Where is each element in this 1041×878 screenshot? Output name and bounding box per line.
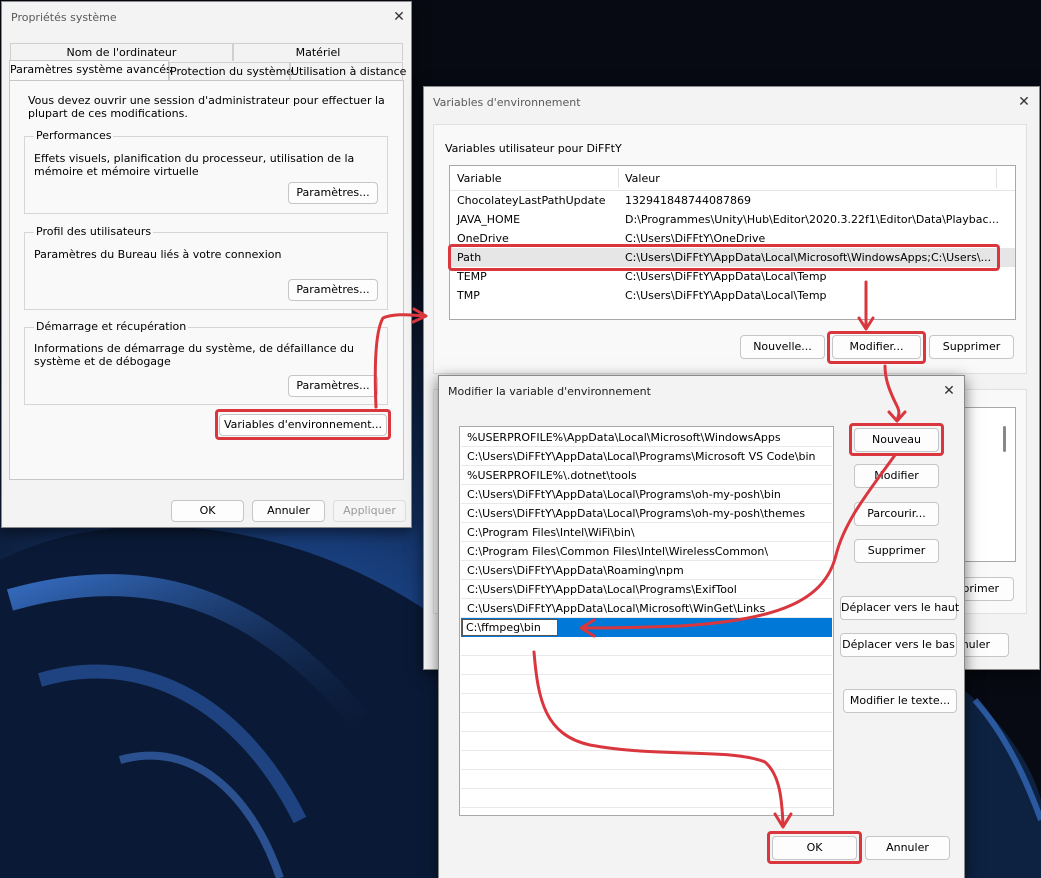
environment-variables-button[interactable]: Variables d'environnement...: [219, 414, 387, 436]
table-row[interactable]: TEMP C:\Users\DiFFtY\AppData\Local\Temp: [450, 267, 1015, 286]
list-item[interactable]: %USERPROFILE%\.dotnet\tools: [461, 466, 832, 485]
scrollbar-thumb[interactable]: [1003, 426, 1006, 452]
variable-value: 132941848744087869: [625, 194, 751, 207]
apply-button[interactable]: Appliquer: [333, 500, 406, 522]
empty-row: [461, 789, 832, 808]
system-properties-window: Propriétés système ✕ Nom de l'ordinateur…: [1, 1, 412, 528]
performance-settings-button[interactable]: Paramètres...: [288, 182, 378, 204]
list-item[interactable]: %USERPROFILE%\AppData\Local\Microsoft\Wi…: [461, 428, 832, 447]
startup-recovery-group: Démarrage et récupération Informations d…: [24, 320, 388, 405]
env-vars-titlebar[interactable]: Variables d'environnement ✕: [424, 87, 1039, 117]
list-item[interactable]: C:\Users\DiFFtY\AppData\Roaming\npm: [461, 561, 832, 580]
user-profile-title: Profil des utilisateurs: [34, 225, 154, 238]
variable-name: JAVA_HOME: [457, 213, 521, 226]
close-icon[interactable]: ✕: [939, 381, 959, 401]
column-divider: [618, 168, 619, 188]
performance-group: Performances Effets visuels, planificati…: [24, 129, 388, 214]
tab-hardware[interactable]: Matériel: [233, 43, 403, 61]
table-row[interactable]: ChocolateyLastPathUpdate 132941848744087…: [450, 191, 1015, 210]
startup-settings-button[interactable]: Paramètres...: [288, 375, 378, 397]
user-profile-group: Profil des utilisateurs Paramètres du Bu…: [24, 225, 388, 310]
admin-intro-text: Vous devez ouvrir une session d'administ…: [28, 94, 385, 120]
edit-variable-button[interactable]: Modifier...: [832, 335, 921, 359]
edit-var-titlebar[interactable]: Modifier la variable d'environnement ✕: [439, 376, 964, 406]
user-variables-table[interactable]: Variable Valeur ChocolateyLastPathUpdate…: [449, 165, 1016, 320]
empty-row: [461, 675, 832, 694]
empty-row: [461, 732, 832, 751]
empty-row: [461, 770, 832, 789]
empty-row: [461, 713, 832, 732]
close-icon[interactable]: ✕: [1014, 92, 1034, 112]
variable-name: Path: [457, 251, 482, 264]
tab-advanced[interactable]: Paramètres système avancés: [9, 60, 172, 81]
table-row-selected[interactable]: Path C:\Users\DiFFtY\AppData\Local\Micro…: [450, 248, 1015, 267]
column-header-value[interactable]: Valeur: [625, 172, 660, 185]
system-properties-titlebar[interactable]: Propriétés système ✕: [2, 2, 411, 32]
path-entries-list[interactable]: %USERPROFILE%\AppData\Local\Microsoft\Wi…: [459, 426, 834, 816]
empty-row: [461, 637, 832, 656]
variable-value: C:\Users\DiFFtY\OneDrive: [625, 232, 766, 245]
startup-recovery-desc: Informations de démarrage du système, de…: [34, 342, 354, 368]
performance-desc: Effets visuels, planification du process…: [34, 152, 355, 178]
new-entry-button[interactable]: Nouveau: [854, 428, 939, 452]
list-item-selected[interactable]: [461, 618, 832, 637]
edit-text-button[interactable]: Modifier le texte...: [843, 689, 957, 713]
variable-name: TMP: [457, 289, 480, 302]
variable-name: OneDrive: [457, 232, 509, 245]
edit-entry-button[interactable]: Modifier: [854, 464, 939, 488]
list-item[interactable]: C:\Users\DiFFtY\AppData\Local\Programs\M…: [461, 447, 832, 466]
table-row[interactable]: OneDrive C:\Users\DiFFtY\OneDrive: [450, 229, 1015, 248]
list-item[interactable]: C:\Users\DiFFtY\AppData\Local\Programs\E…: [461, 580, 832, 599]
cancel-button[interactable]: Annuler: [252, 500, 325, 522]
variable-name: ChocolateyLastPathUpdate: [457, 194, 606, 207]
variable-name: TEMP: [457, 270, 487, 283]
variable-value: C:\Users\DiFFtY\AppData\Local\Microsoft\…: [625, 251, 992, 264]
table-row[interactable]: TMP C:\Users\DiFFtY\AppData\Local\Temp: [450, 286, 1015, 305]
close-icon[interactable]: ✕: [389, 7, 409, 27]
ok-button[interactable]: OK: [772, 836, 857, 860]
performance-title: Performances: [34, 129, 114, 142]
list-item[interactable]: C:\Program Files\Intel\WiFi\bin\: [461, 523, 832, 542]
window-title: Modifier la variable d'environnement: [448, 385, 651, 398]
move-down-button[interactable]: Déplacer vers le bas: [840, 633, 957, 657]
move-up-button[interactable]: Déplacer vers le haut: [840, 596, 959, 620]
empty-row: [461, 656, 832, 675]
list-item[interactable]: C:\Users\DiFFtY\AppData\Local\Programs\o…: [461, 485, 832, 504]
tab-computer-name[interactable]: Nom de l'ordinateur: [10, 43, 233, 61]
new-variable-button[interactable]: Nouvelle...: [740, 335, 825, 359]
table-header: Variable Valeur: [450, 166, 1015, 191]
user-variables-label: Variables utilisateur pour DiFFtY: [445, 142, 622, 155]
edit-variable-window: Modifier la variable d'environnement ✕ %…: [438, 375, 965, 878]
column-header-variable[interactable]: Variable: [457, 172, 502, 185]
variable-value: C:\Users\DiFFtY\AppData\Local\Temp: [625, 270, 827, 283]
variable-value: D:\Programmes\Unity\Hub\Editor\2020.3.22…: [625, 213, 1000, 226]
cancel-button[interactable]: Annuler: [865, 836, 950, 860]
empty-row: [461, 694, 832, 713]
table-row[interactable]: JAVA_HOME D:\Programmes\Unity\Hub\Editor…: [450, 210, 1015, 229]
delete-variable-button[interactable]: Supprimer: [929, 335, 1014, 359]
column-divider: [996, 168, 997, 188]
tab-remote[interactable]: Utilisation à distance: [290, 62, 406, 80]
delete-entry-button[interactable]: Supprimer: [854, 539, 939, 563]
list-item[interactable]: C:\Users\DiFFtY\AppData\Local\Programs\o…: [461, 504, 832, 523]
startup-recovery-title: Démarrage et récupération: [34, 320, 189, 333]
window-title: Variables d'environnement: [433, 96, 581, 109]
new-entry-input[interactable]: [462, 619, 558, 636]
user-profile-desc: Paramètres du Bureau liés à votre connex…: [34, 248, 282, 261]
browse-button[interactable]: Parcourir...: [854, 502, 939, 526]
window-title: Propriétés système: [11, 11, 117, 24]
user-profile-settings-button[interactable]: Paramètres...: [288, 279, 378, 301]
tab-system-protection[interactable]: Protection du système: [169, 62, 293, 80]
list-item[interactable]: C:\Program Files\Common Files\Intel\Wire…: [461, 542, 832, 561]
variable-value: C:\Users\DiFFtY\AppData\Local\Temp: [625, 289, 827, 302]
empty-row: [461, 751, 832, 770]
ok-button[interactable]: OK: [171, 500, 244, 522]
list-item[interactable]: C:\Users\DiFFtY\AppData\Local\Microsoft\…: [461, 599, 832, 618]
